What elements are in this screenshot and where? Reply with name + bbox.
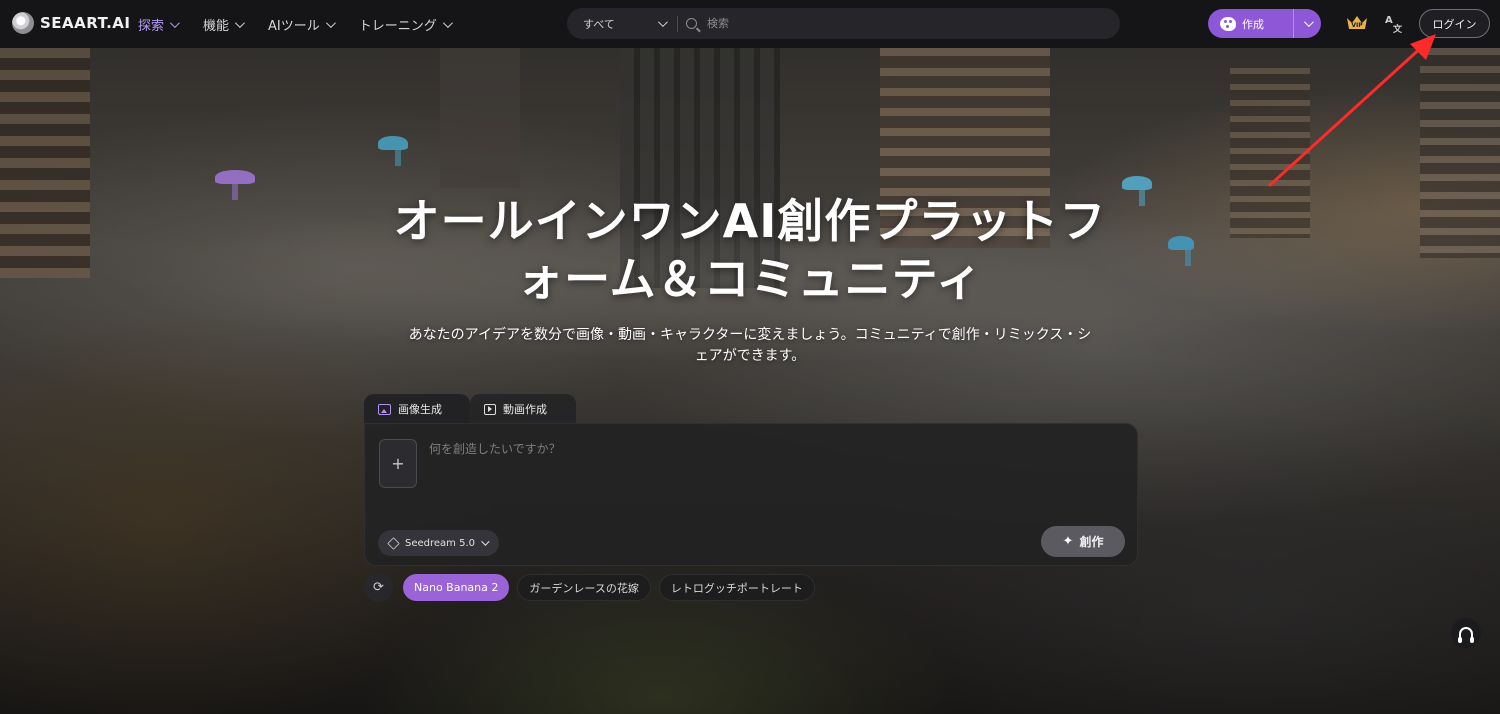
nav-item-label: 機能 xyxy=(203,18,230,34)
chevron-down-icon xyxy=(481,537,490,546)
chevron-down-icon xyxy=(325,17,336,28)
chevron-down-icon xyxy=(442,17,453,28)
prompt-input[interactable] xyxy=(429,442,1119,456)
customer-support-button[interactable] xyxy=(1451,618,1481,648)
refresh-icon: ⟳ xyxy=(373,580,384,595)
vip-crown-icon[interactable]: VIP xyxy=(1345,14,1369,32)
search-scope-label: すべて xyxy=(583,17,615,31)
chevron-down-icon xyxy=(234,17,245,28)
seaart-logo-icon xyxy=(12,12,34,34)
login-button[interactable]: ログイン xyxy=(1419,9,1490,38)
brand-logo[interactable]: SEAART.AI xyxy=(12,12,131,34)
search-input[interactable] xyxy=(707,17,1087,30)
hero-subtitle-line: あなたのアイデアを数分で画像・動画・キャラクターに変えましょう。コミュニティで創… xyxy=(408,327,1092,343)
search-bar: すべて xyxy=(567,8,1120,39)
hero-title-line: オールインワンAI創作プラットフ xyxy=(393,194,1107,248)
tab-video-creation[interactable]: 動画作成 xyxy=(470,394,576,424)
sparkle-icon: ✦ xyxy=(1062,534,1074,549)
submit-button-label: 創作 xyxy=(1079,535,1104,549)
chevron-down-icon xyxy=(169,17,180,28)
hero-title: オールインワンAI創作プラットフ ォーム＆コミュニティ xyxy=(350,192,1150,308)
prompt-suggestions: ⟳ Nano Banana 2 ガーデンレースの花嫁 レトログッチポートレート xyxy=(364,573,815,602)
search-icon xyxy=(686,18,697,29)
refresh-suggestions-button[interactable]: ⟳ xyxy=(364,573,393,602)
hero-title-line: ォーム＆コミュニティ xyxy=(517,252,983,306)
chevron-down-icon xyxy=(657,17,668,28)
suggestion-chip[interactable]: Nano Banana 2 xyxy=(403,574,510,601)
suggestion-chip[interactable]: レトログッチポートレート xyxy=(658,574,815,601)
video-creation-icon xyxy=(484,403,496,415)
create-button-main[interactable]: 作成 xyxy=(1208,9,1293,38)
nav-item-training[interactable]: トレーニング xyxy=(358,15,453,34)
nav-item-ai-tools[interactable]: AIツール xyxy=(268,15,336,34)
tab-label: 動画作成 xyxy=(503,403,547,416)
background-vignette xyxy=(0,48,1500,714)
composer-tabs: 画像生成 動画作成 xyxy=(364,394,576,424)
search-divider xyxy=(677,15,678,32)
tab-image-generation[interactable]: 画像生成 xyxy=(364,394,470,424)
main-nav: 探索 機能 AIツール トレーニング xyxy=(138,0,453,48)
model-select[interactable]: Seedream 5.0 xyxy=(378,530,499,556)
headset-icon xyxy=(1458,627,1474,643)
prompt-composer: + Seedream 5.0 ✦ 創作 xyxy=(364,423,1138,566)
create-submit-button[interactable]: ✦ 創作 xyxy=(1041,526,1125,557)
svg-text:VIP: VIP xyxy=(1351,22,1363,29)
svg-text:文: 文 xyxy=(1392,23,1403,34)
hero-background-image xyxy=(0,48,1500,714)
brand-name: SEAART.AI xyxy=(40,14,131,32)
create-button[interactable]: 作成 xyxy=(1208,9,1321,38)
palette-icon xyxy=(1220,16,1236,31)
nav-item-explore[interactable]: 探索 xyxy=(138,15,180,34)
suggestion-chip[interactable]: ガーデンレースの花嫁 xyxy=(517,574,651,601)
model-cube-icon xyxy=(387,536,400,550)
nav-item-label: 探索 xyxy=(138,18,165,34)
nav-item-label: トレーニング xyxy=(358,18,437,34)
hero-subtitle: あなたのアイデアを数分で画像・動画・キャラクターに変えましょう。コミュニティで創… xyxy=(360,325,1140,367)
search-scope-select[interactable]: すべて xyxy=(567,16,677,32)
create-dropdown-toggle[interactable] xyxy=(1293,9,1321,38)
upload-image-button[interactable]: + xyxy=(379,439,417,488)
nav-item-features[interactable]: 機能 xyxy=(203,15,245,34)
chevron-down-icon xyxy=(1303,17,1314,28)
translate-icon[interactable]: A 文 xyxy=(1383,12,1405,34)
model-select-label: Seedream 5.0 xyxy=(405,537,475,549)
nav-item-label: AIツール xyxy=(268,18,320,34)
hero-subtitle-line: ェアができます。 xyxy=(694,348,806,364)
tab-label: 画像生成 xyxy=(398,403,442,416)
create-button-label: 作成 xyxy=(1242,17,1264,31)
image-generation-icon xyxy=(378,403,391,415)
top-navigation-bar: SEAART.AI 探索 機能 AIツール トレーニング すべて 検索 作成 V… xyxy=(0,0,1500,48)
svg-text:A: A xyxy=(1385,15,1393,26)
